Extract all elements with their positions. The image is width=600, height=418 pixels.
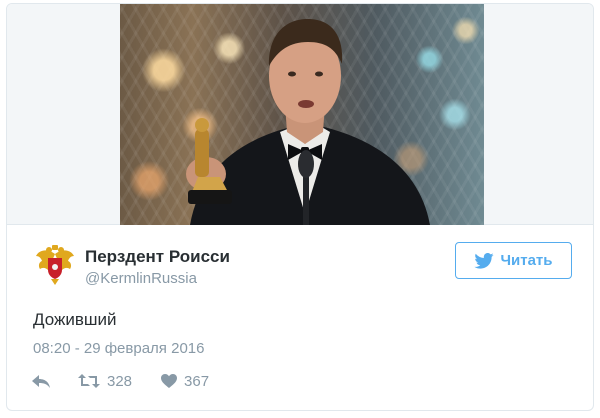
- retweet-button[interactable]: 328: [77, 373, 132, 390]
- tweet-timestamp[interactable]: 08:20 - 29 февраля 2016: [33, 340, 204, 357]
- tweet-text: Доживший: [33, 310, 117, 329]
- heart-icon: [161, 374, 178, 388]
- tweet-photo[interactable]: [120, 4, 484, 225]
- coat-of-arms-icon: [36, 245, 74, 285]
- reply-icon: [32, 375, 50, 388]
- retweet-count: 328: [107, 372, 133, 390]
- follow-button-label: Читать: [500, 252, 553, 269]
- retweet-icon: [78, 374, 100, 388]
- like-count: 367: [184, 372, 210, 390]
- avatar[interactable]: [33, 242, 77, 286]
- reply-button[interactable]: [31, 373, 51, 389]
- like-button[interactable]: 367: [160, 373, 209, 390]
- tweet-card: Перздент Роисси @KermlinRussia Читать До…: [6, 3, 594, 411]
- twitter-bird-icon: [474, 252, 495, 269]
- author-handle[interactable]: @KermlinRussia: [85, 270, 197, 287]
- follow-button[interactable]: Читать: [455, 242, 572, 279]
- tweet-media[interactable]: [7, 4, 593, 225]
- tweet-actions: 328 367: [31, 370, 209, 392]
- photo-illustration: [186, 18, 430, 225]
- author-display-name[interactable]: Перздент Роисси: [85, 247, 230, 267]
